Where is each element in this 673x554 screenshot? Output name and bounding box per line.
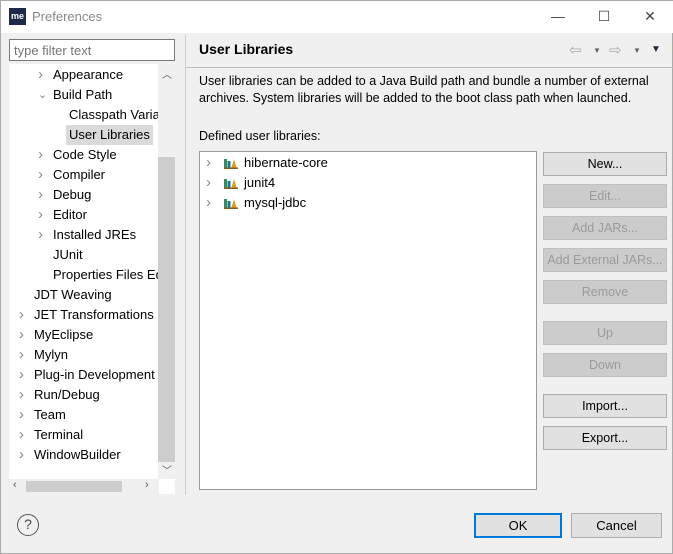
tree-item-label: JUnit <box>53 247 83 262</box>
chevron-right-icon[interactable]: › <box>38 225 43 245</box>
library-name: junit4 <box>244 175 276 190</box>
scroll-up-icon[interactable]: ︿ <box>162 66 172 81</box>
back-arrow-icon[interactable]: ⇦ <box>569 41 582 59</box>
window-title: Preferences <box>32 9 103 24</box>
chevron-right-icon[interactable]: › <box>19 325 24 345</box>
scroll-down-icon[interactable]: ﹀ <box>162 462 172 477</box>
chevron-right-icon[interactable]: › <box>19 425 24 445</box>
preferences-tree: › Appearance ⌄ Build Path Classpath Varia Use… <box>9 64 175 494</box>
header-separator <box>186 67 673 68</box>
chevron-right-icon[interactable]: › <box>206 173 211 193</box>
add-jars-button[interactable]: Add JARs... <box>543 216 667 240</box>
libraries-label: Defined user libraries: <box>199 129 321 143</box>
scroll-right-icon[interactable]: › <box>145 479 149 491</box>
cancel-button[interactable]: Cancel <box>571 513 662 538</box>
chevron-right-icon[interactable]: › <box>19 365 24 385</box>
library-item[interactable]: › hibernate-core <box>206 153 526 173</box>
tree-item-label: Team <box>34 407 66 422</box>
chevron-right-icon[interactable]: › <box>38 165 43 185</box>
chevron-right-icon[interactable]: › <box>19 445 24 465</box>
library-icon <box>224 179 238 189</box>
forward-arrow-icon[interactable]: ⇨ <box>609 41 622 59</box>
import-button[interactable]: Import... <box>543 394 667 418</box>
up-button[interactable]: Up <box>543 321 667 345</box>
tree-item-label: Debug <box>53 187 92 202</box>
tree-item-label: Mylyn <box>34 347 68 362</box>
chevron-right-icon[interactable]: › <box>38 145 43 165</box>
tree-item-label: Run/Debug <box>34 387 100 402</box>
tree-item-label: Compiler <box>53 167 106 182</box>
chevron-down-icon[interactable]: ⌄ <box>38 85 47 105</box>
chevron-right-icon[interactable]: › <box>19 385 24 405</box>
tree-item-label: MyEclipse <box>34 327 94 342</box>
chevron-right-icon[interactable]: › <box>19 345 24 365</box>
maximize-button[interactable]: ☐ <box>589 5 619 27</box>
library-icon <box>224 159 238 169</box>
chevron-right-icon[interactable]: › <box>38 205 43 225</box>
tree-item-label: Properties Files Ed <box>53 267 163 282</box>
chevron-right-icon[interactable]: › <box>206 153 211 173</box>
library-name: hibernate-core <box>244 155 328 170</box>
chevron-right-icon[interactable]: › <box>206 193 211 213</box>
user-libraries-list[interactable]: › hibernate-core › junit4 › mysql-jdbc <box>199 151 537 490</box>
forward-menu-icon[interactable]: ▼ <box>633 46 641 55</box>
tree-item-label: Appearance <box>53 67 124 82</box>
edit-button[interactable]: Edit... <box>543 184 667 208</box>
page-description: User libraries can be added to a Java Bu… <box>199 74 649 105</box>
tree-item-label: Installed JREs <box>53 227 137 242</box>
minimize-button[interactable]: — <box>543 5 573 27</box>
add-external-jars-button[interactable]: Add External JARs... <box>543 248 667 272</box>
horizontal-scroll-thumb[interactable] <box>26 481 122 492</box>
close-button[interactable]: ✕ <box>635 5 665 27</box>
panel-divider[interactable] <box>185 35 186 495</box>
help-icon[interactable]: ? <box>17 514 39 536</box>
view-menu-icon[interactable]: ▼ <box>651 44 661 55</box>
app-logo: me <box>9 8 26 25</box>
tree-item-label: Editor <box>53 207 87 222</box>
tree-item-label: Build Path <box>53 87 113 102</box>
library-name: mysql-jdbc <box>244 195 307 210</box>
new-button[interactable]: New... <box>543 152 667 176</box>
tree-item-label: Plug-in Development <box>34 367 155 382</box>
tree-item-label: Terminal <box>34 427 84 442</box>
remove-button[interactable]: Remove <box>543 280 667 304</box>
tree-item-label: User Libraries <box>66 125 153 145</box>
down-button[interactable]: Down <box>543 353 667 377</box>
library-item[interactable]: › junit4 <box>206 173 526 193</box>
library-item[interactable]: › mysql-jdbc <box>206 193 526 213</box>
chevron-right-icon[interactable]: › <box>38 185 43 205</box>
chevron-right-icon[interactable]: › <box>19 305 24 325</box>
filter-input[interactable] <box>9 39 175 61</box>
tree-item-label: JDT Weaving <box>34 287 112 302</box>
tree-item-label: JET Transformations <box>34 307 154 322</box>
tree-item-label: Classpath Varia <box>69 107 160 122</box>
back-menu-icon[interactable]: ▼ <box>593 46 601 55</box>
page-title: User Libraries <box>199 41 294 57</box>
tree-item-label: Code Style <box>53 147 117 162</box>
library-icon <box>224 199 238 209</box>
vertical-scroll-thumb[interactable] <box>158 157 175 462</box>
chevron-right-icon[interactable]: › <box>38 65 43 85</box>
ok-button[interactable]: OK <box>474 513 562 538</box>
scroll-left-icon[interactable]: ‹ <box>13 479 17 491</box>
export-button[interactable]: Export... <box>543 426 667 450</box>
tree-item-label: WindowBuilder <box>34 447 121 462</box>
chevron-right-icon[interactable]: › <box>19 405 24 425</box>
